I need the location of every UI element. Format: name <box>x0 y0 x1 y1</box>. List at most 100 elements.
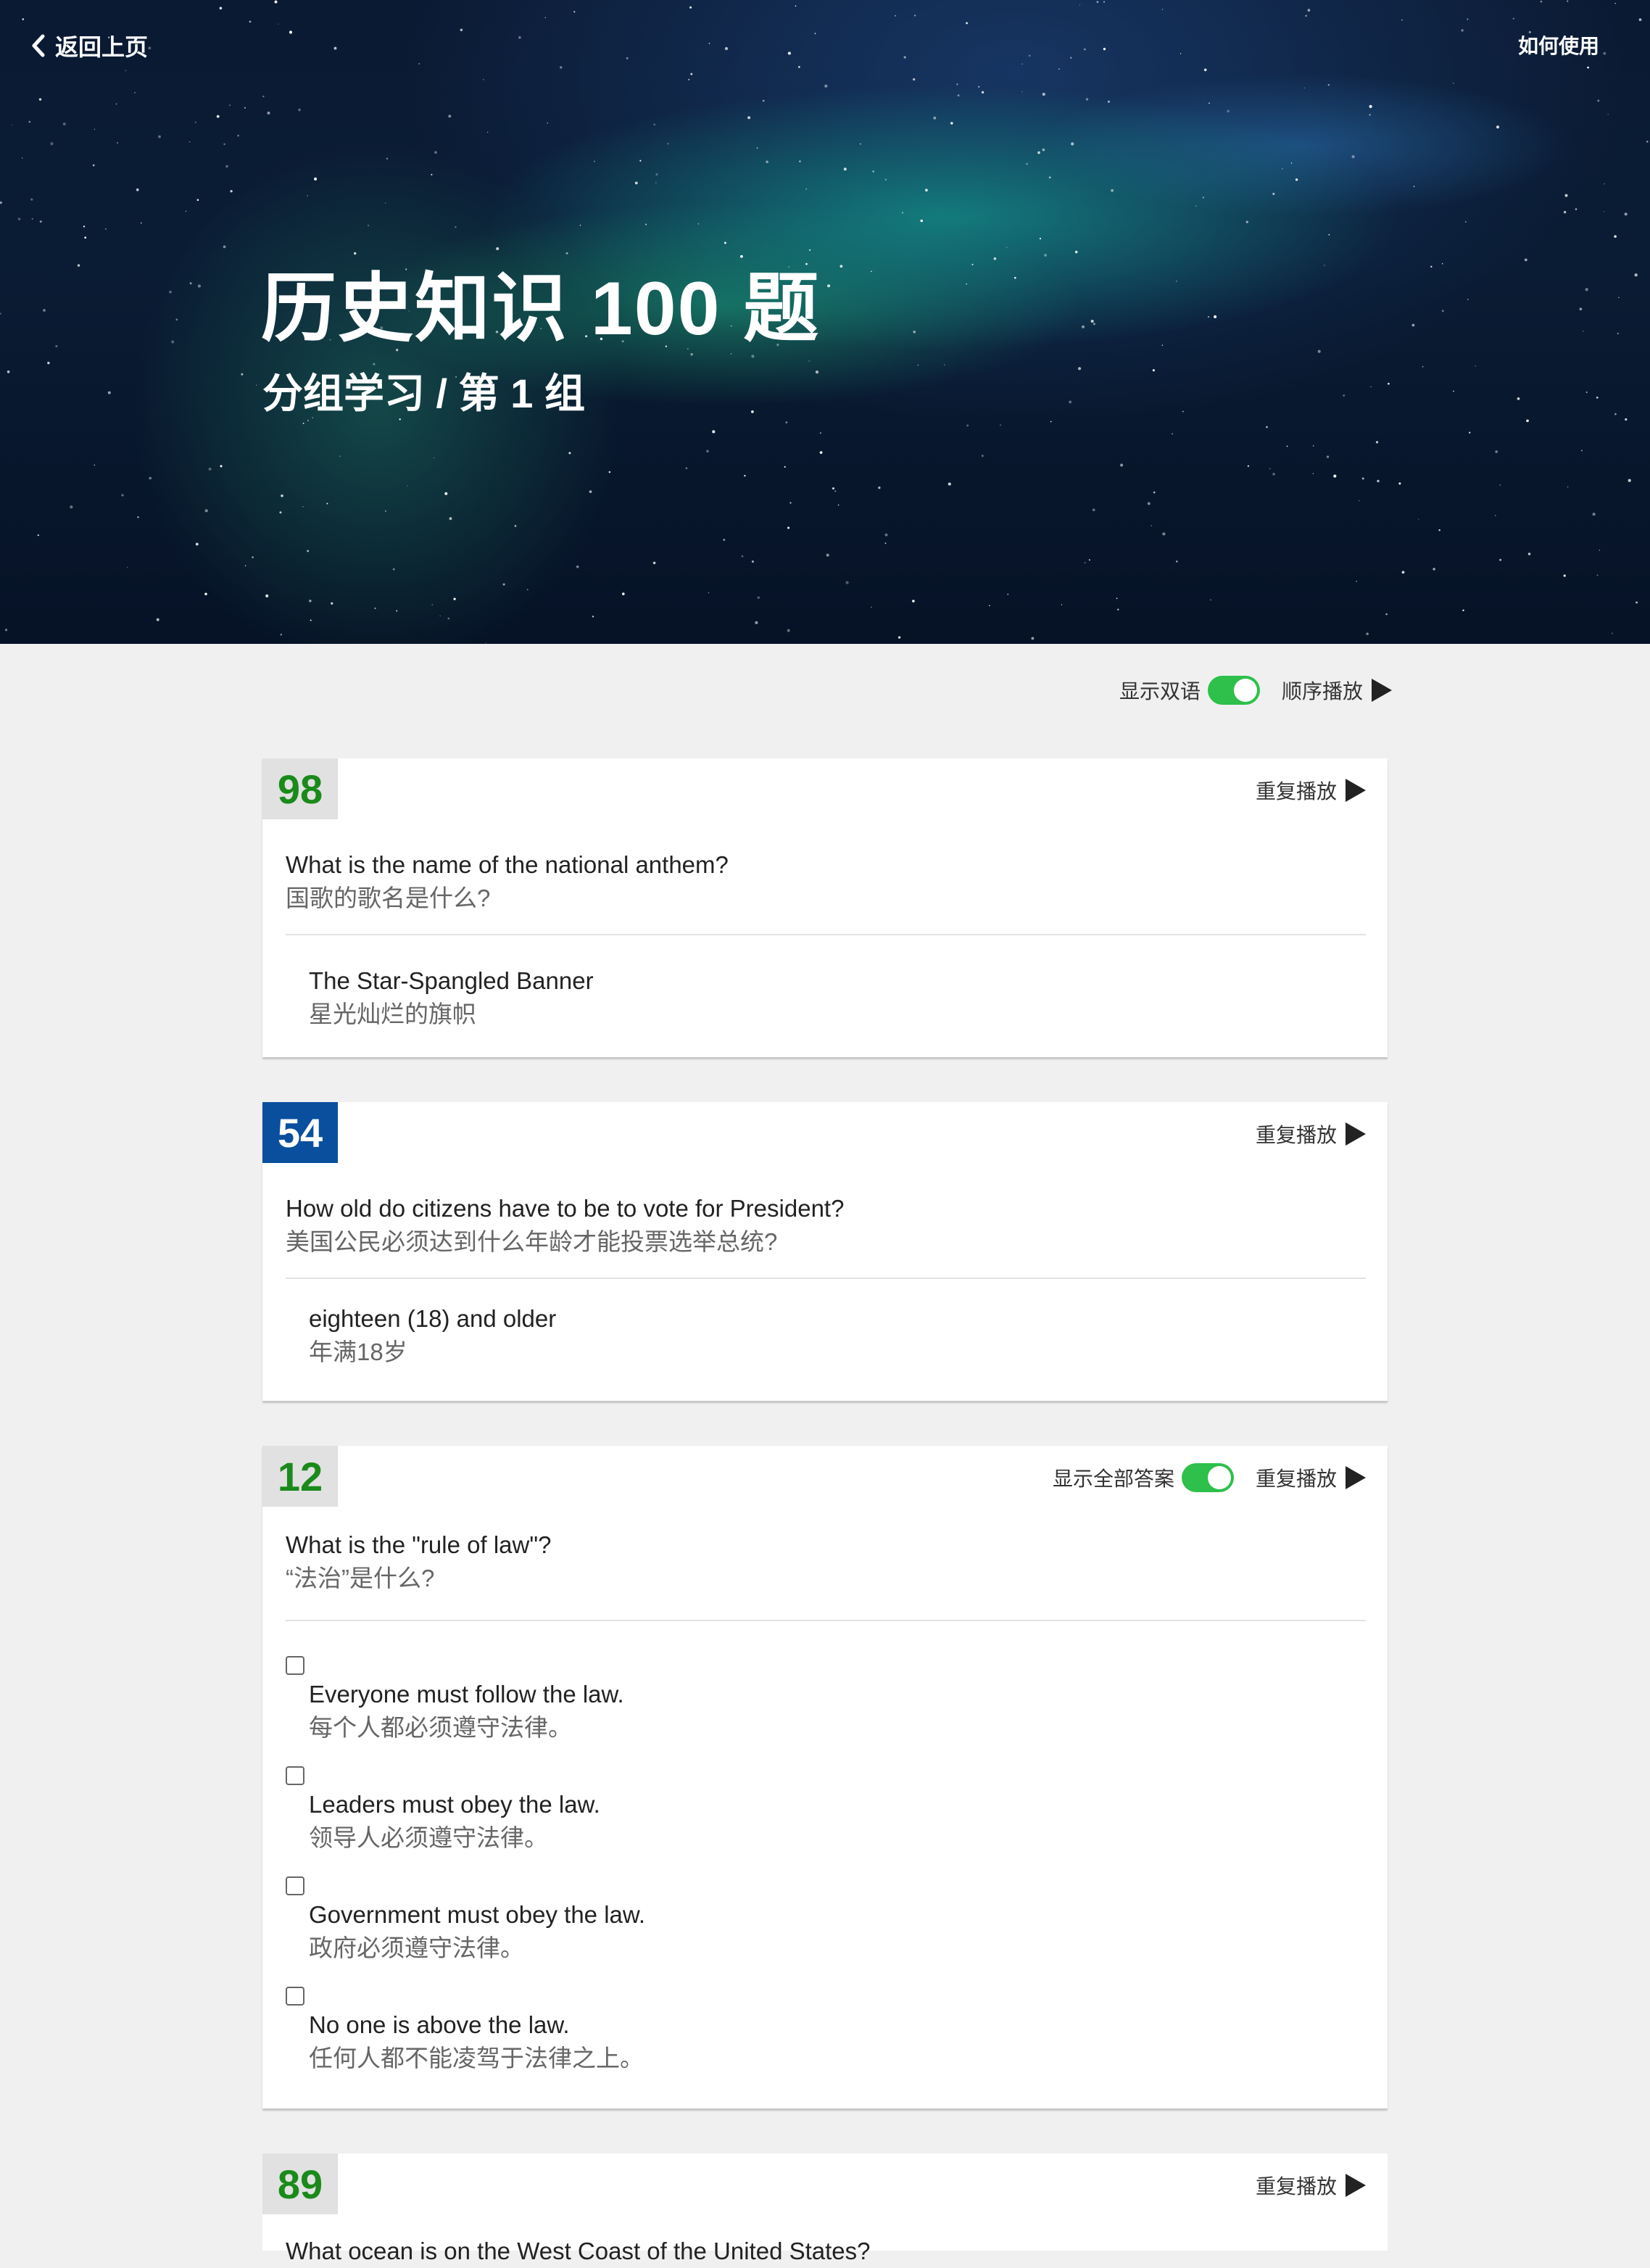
starfield-background <box>0 0 1649 644</box>
replay-button[interactable]: 重复播放 <box>1256 1463 1366 1492</box>
answer-item: eighteen (18) and older 年满18岁 <box>309 1302 556 1369</box>
bilingual-toggle-label: 显示双语 <box>1119 680 1201 703</box>
star-dot <box>826 553 829 557</box>
star-dot <box>920 219 924 223</box>
star-dot <box>608 471 611 473</box>
option-chinese: 任何人都不能凌驾于法律之上。 <box>309 2045 644 2072</box>
star-dot <box>1266 426 1268 429</box>
show-all-answers-toggle[interactable] <box>1181 1463 1234 1492</box>
replay-button[interactable]: 重复播放 <box>1256 2171 1366 2200</box>
star-dot <box>913 330 916 334</box>
star-dot <box>1069 400 1072 404</box>
star-dot <box>1074 250 1078 254</box>
show-all-answers-label: 显示全部答案 <box>1052 1468 1174 1490</box>
sequential-play-label: 顺序播放 <box>1281 680 1363 703</box>
star-dot <box>244 565 246 566</box>
star-dot <box>724 241 726 244</box>
star-dot <box>1567 0 1569 2</box>
play-icon <box>1346 2174 1366 2197</box>
star-dot <box>1327 83 1330 86</box>
star-dot <box>573 11 576 13</box>
star-dot <box>125 70 127 72</box>
star-dot <box>1370 386 1372 388</box>
option-checkbox[interactable] <box>286 1656 304 1675</box>
star-dot <box>1375 441 1379 444</box>
star-dot <box>741 555 744 558</box>
star-dot <box>448 115 452 118</box>
question-text: What ocean is on the West Coast of the U… <box>286 2235 871 2268</box>
star-dot <box>1356 580 1358 582</box>
answer-item: The Star-Spangled Banner 星光灿烂的旗帜 <box>309 964 594 1031</box>
hero-banner: 返回上页 如何使用 历史知识 100 题 分组学习 / 第 1 组 <box>0 0 1650 644</box>
star-dot <box>1161 344 1164 346</box>
star-dot <box>1585 391 1588 394</box>
star-dot <box>1209 102 1210 104</box>
star-dot <box>1527 552 1531 555</box>
option-checkbox[interactable] <box>286 1766 304 1785</box>
star-dot <box>785 421 788 424</box>
option-checkbox[interactable] <box>286 1987 304 2006</box>
star-dot <box>644 223 647 225</box>
play-icon <box>1346 1122 1366 1146</box>
star-dot <box>860 143 861 145</box>
star-dot <box>526 589 528 591</box>
option-item: Government must obey the law. 政府必须遵守法律。 <box>309 1898 645 1965</box>
back-button[interactable]: 返回上页 <box>30 29 148 62</box>
replay-label: 重复播放 <box>1255 1124 1337 1146</box>
star-dot <box>1272 473 1275 476</box>
star-dot <box>634 181 638 185</box>
star-dot <box>418 63 420 65</box>
star-dot <box>667 142 669 145</box>
star-dot <box>1607 114 1609 115</box>
star-dot <box>845 581 849 584</box>
option-english: Everyone must follow the law. <box>309 1681 624 1708</box>
star-dot <box>1495 450 1498 453</box>
star-dot <box>897 636 901 639</box>
question-text: How old do citizens have to be to vote f… <box>286 1192 844 1259</box>
bilingual-toggle[interactable] <box>1207 676 1260 705</box>
how-to-use-link[interactable]: 如何使用 <box>1518 30 1599 59</box>
star-dot <box>1162 532 1166 536</box>
star-dot <box>1120 463 1124 467</box>
star-dot <box>1213 315 1217 319</box>
star-dot <box>1312 473 1314 474</box>
star-dot <box>1050 421 1052 423</box>
star-dot <box>30 198 33 201</box>
page-title: 历史知识 100 题 <box>261 267 821 351</box>
star-dot <box>1453 82 1454 84</box>
replay-label: 重复播放 <box>1255 2175 1337 2198</box>
star-dot <box>744 474 746 477</box>
star-dot <box>1286 445 1288 447</box>
sequential-play-button[interactable]: 顺序播放 <box>1282 676 1392 705</box>
star-dot <box>1092 508 1095 512</box>
star-dot <box>229 104 231 106</box>
star-dot <box>925 189 928 192</box>
star-dot <box>1563 210 1567 214</box>
star-dot <box>834 490 837 492</box>
replay-button[interactable]: 重复播放 <box>1256 1119 1366 1149</box>
star-dot <box>94 464 96 466</box>
star-dot <box>28 120 31 123</box>
star-dot <box>279 511 282 514</box>
star-dot <box>1441 310 1444 313</box>
star-dot <box>1042 92 1045 96</box>
card-controls: 显示全部答案 重复播放 <box>1053 1460 1366 1495</box>
star-dot <box>819 451 823 454</box>
star-dot <box>798 66 800 68</box>
star-dot <box>917 364 919 366</box>
star-dot <box>1079 4 1081 6</box>
star-dot <box>1333 474 1337 478</box>
star-dot <box>1042 148 1045 152</box>
replay-button[interactable]: 重复播放 <box>1256 776 1366 805</box>
option-checkbox[interactable] <box>286 1876 304 1895</box>
star-dot <box>815 370 819 374</box>
star-dot <box>1153 491 1156 494</box>
star-dot <box>385 510 386 512</box>
answer-english: eighteen (18) and older <box>309 1305 557 1332</box>
option-item: Leaders must obey the law. 领导人必须遵守法律。 <box>309 1788 600 1855</box>
star-dot <box>1147 502 1151 505</box>
star-dot <box>1540 0 1543 3</box>
star-dot <box>1614 2 1616 4</box>
star-dot <box>1044 254 1048 257</box>
star-dot <box>107 391 111 394</box>
